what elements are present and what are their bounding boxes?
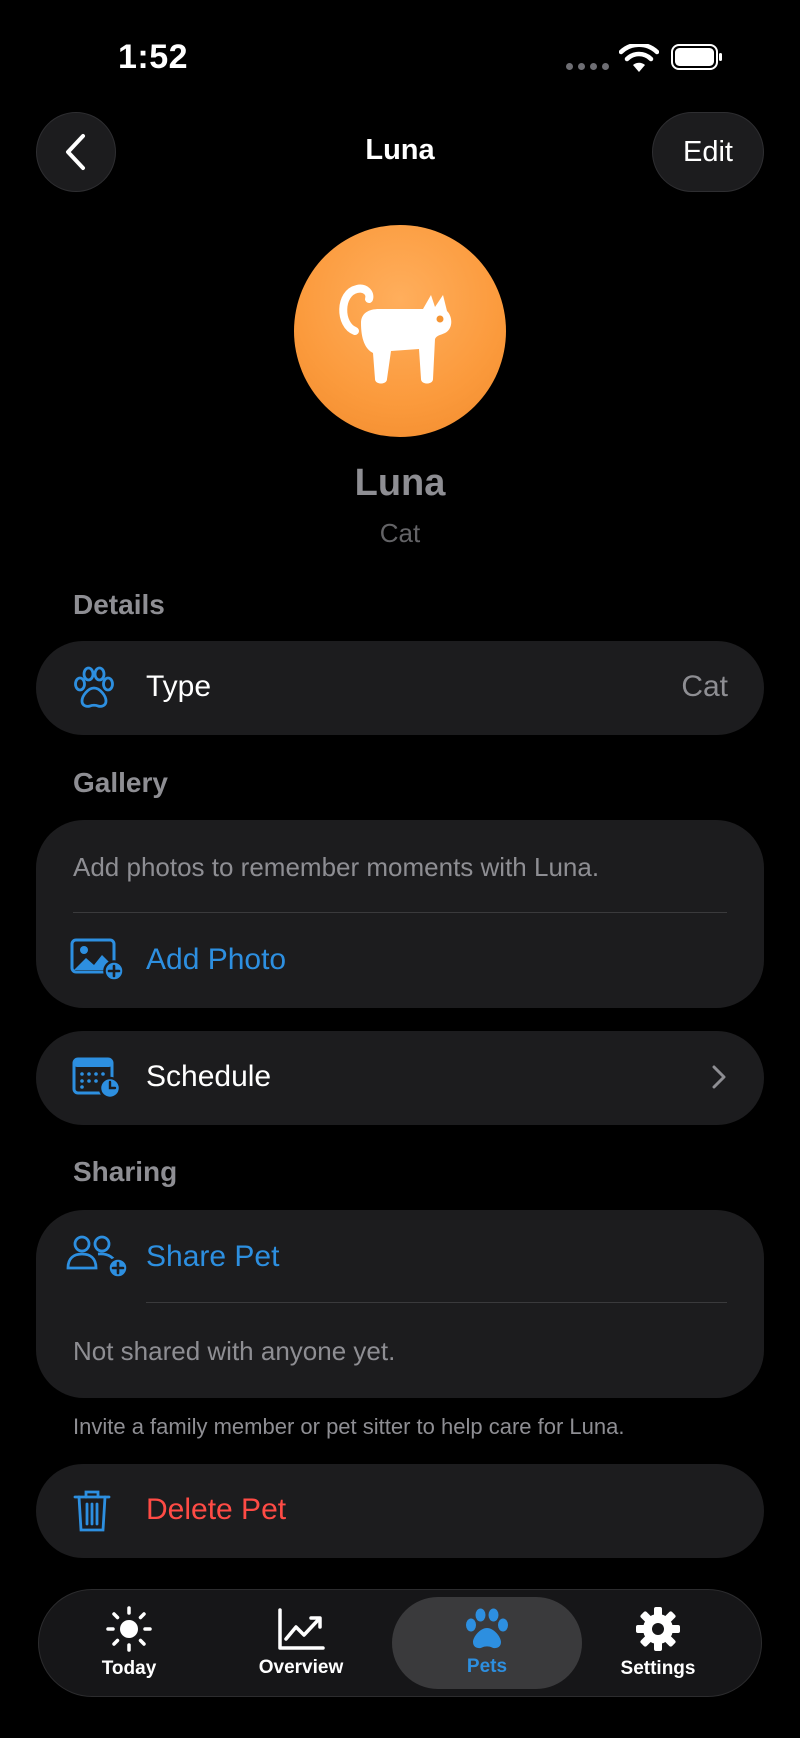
status-time: 1:52 <box>118 38 189 76</box>
gallery-header: Gallery <box>73 767 168 798</box>
gallery-card: Add photos to remember moments with Luna… <box>36 820 764 1008</box>
cat-icon <box>339 284 452 384</box>
add-photo-label: Add Photo <box>146 943 287 976</box>
sharing-footer: Invite a family member or pet sitter to … <box>73 1414 625 1439</box>
tab-bar: Today Overview Pets Settings <box>38 1589 762 1697</box>
sharing-status: Not shared with anyone yet. <box>73 1336 396 1366</box>
type-value: Cat <box>681 670 728 703</box>
gear-icon <box>636 1607 680 1651</box>
schedule-row[interactable]: Schedule <box>36 1031 764 1125</box>
pet-name: Luna <box>354 462 446 504</box>
schedule-label: Schedule <box>146 1060 272 1093</box>
pet-avatar <box>294 225 506 437</box>
chart-icon <box>278 1608 325 1650</box>
type-label: Type <box>146 670 212 703</box>
tab-today[interactable]: Today <box>39 1590 219 1696</box>
pet-type: Cat <box>379 518 421 548</box>
sun-icon <box>106 1606 152 1652</box>
person-add-icon <box>66 1235 129 1278</box>
tab-label: Overview <box>258 1657 344 1678</box>
battery-icon <box>671 44 722 70</box>
paw-icon <box>74 666 114 708</box>
type-row[interactable]: Type Cat <box>36 641 764 735</box>
edit-button[interactable]: Edit <box>652 112 764 192</box>
tab-label: Settings <box>620 1658 696 1679</box>
share-pet-label: Share Pet <box>146 1240 280 1273</box>
tab-pets[interactable]: Pets <box>392 1597 582 1689</box>
calendar-clock-icon <box>72 1057 122 1099</box>
wifi-icon <box>619 44 659 72</box>
tab-label: Pets <box>466 1656 508 1677</box>
paw-icon <box>466 1608 508 1649</box>
add-photo-icon <box>70 938 125 981</box>
gallery-description: Add photos to remember moments with Luna… <box>73 852 600 882</box>
add-photo-button[interactable]: Add Photo <box>36 913 764 1008</box>
tab-settings[interactable]: Settings <box>568 1590 748 1696</box>
delete-pet-label: Delete Pet <box>146 1493 287 1526</box>
signal-dots-icon <box>566 63 609 70</box>
divider <box>146 1302 727 1303</box>
trash-icon <box>73 1490 111 1532</box>
sharing-header: Sharing <box>73 1156 178 1187</box>
tab-overview[interactable]: Overview <box>211 1590 391 1696</box>
tab-label: Today <box>101 1658 157 1679</box>
delete-pet-button[interactable]: Delete Pet <box>36 1464 764 1558</box>
share-pet-button[interactable]: Share Pet <box>36 1210 764 1304</box>
sharing-card: Share Pet Not shared with anyone yet. <box>36 1210 764 1398</box>
chevron-right-icon <box>712 1065 726 1089</box>
details-header: Details <box>73 589 165 620</box>
